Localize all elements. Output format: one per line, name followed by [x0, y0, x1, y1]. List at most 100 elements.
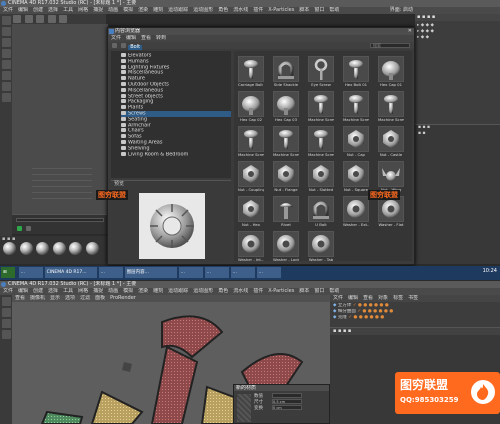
bottom-menu-item[interactable]: 动画 [108, 288, 118, 294]
asset-item[interactable]: Side Shackle [273, 56, 299, 90]
asset-item[interactable]: Machine Screw... [343, 91, 369, 125]
toolbar-button[interactable] [1, 93, 11, 102]
top-menu-item[interactable]: 窗口 [314, 7, 324, 13]
bottom-menu-item[interactable]: 模拟 [123, 288, 133, 294]
top-menu-item[interactable]: 运动跟踪 [168, 7, 188, 13]
top-menu-item[interactable]: 模拟 [123, 7, 133, 13]
browser-menu-item[interactable]: 查看 [141, 35, 151, 41]
layout-selector[interactable]: 界面: 启动 [340, 7, 415, 14]
taskbar-button[interactable]: 图层内容... [124, 267, 177, 278]
toolbar-button[interactable] [1, 16, 11, 25]
taskbar-button[interactable]: ... [230, 267, 255, 278]
bottom-menu-item[interactable]: 工具 [63, 288, 73, 294]
toolbar-button[interactable] [1, 82, 11, 91]
bottom-menu-item[interactable]: 渲染 [138, 288, 148, 294]
back-icon[interactable] [112, 43, 117, 48]
start-button[interactable]: ⊞ [1, 267, 15, 278]
taskbar-button[interactable]: ... [256, 267, 281, 278]
bottom-menu-item[interactable]: 脚本 [299, 288, 309, 294]
bottom-menu-item[interactable]: X-Particles [268, 288, 294, 294]
asset-item[interactable]: Nut - Flange [273, 161, 299, 195]
asset-item[interactable]: Hex Cap 03 [273, 91, 299, 125]
move-icon[interactable] [36, 15, 45, 23]
material-ball[interactable] [69, 242, 83, 255]
tag-icons[interactable]: ✓ ● ● ● ● ● ● [347, 315, 384, 320]
asset-item[interactable]: Rivet [273, 196, 299, 230]
bottom-menu-item[interactable]: 流水线 [233, 288, 248, 294]
taskbar-button[interactable]: CINEMA 4D R17... [44, 267, 97, 278]
asset-item[interactable]: Washer - Int... [238, 231, 264, 265]
redo-icon[interactable] [24, 15, 33, 23]
asset-item[interactable]: U Bolt [308, 196, 334, 230]
browser-menu-item[interactable]: 转到 [156, 35, 166, 41]
asset-item[interactable]: Washer - Lock [273, 231, 299, 265]
object-row[interactable]: ◆ 克隆 ✓ ● ● ● ● ● ● [333, 315, 497, 321]
objects-menu-item[interactable]: 文件 [333, 295, 343, 301]
tree-item[interactable]: Living Room & Bedroom [121, 151, 231, 158]
asset-item[interactable]: Eye Screw [308, 56, 334, 90]
asset-item[interactable]: Hex Cap 01 [378, 56, 404, 90]
objects-menu-item[interactable]: 对象 [378, 295, 388, 301]
scale-icon[interactable] [47, 15, 56, 23]
tag-icons[interactable]: ✓ ● ● ● ● ● ● [351, 303, 389, 308]
top-menu-item[interactable]: 插件 [253, 7, 263, 13]
asset-item[interactable]: Washer - Ext... [343, 196, 369, 230]
asset-item[interactable]: Machine Screw... [273, 126, 299, 160]
objects-menu-item[interactable]: 标签 [393, 295, 403, 301]
bottom-menu-item[interactable]: 运动跟踪 [168, 288, 188, 294]
toolbar-button[interactable] [1, 60, 11, 69]
toolbar-button[interactable] [1, 319, 11, 328]
asset-item[interactable]: Nut - Slotted [308, 161, 334, 195]
asset-item[interactable]: Nut - Square [343, 161, 369, 195]
bottom-menu-item[interactable]: 编辑 [18, 288, 28, 294]
top-menu-item[interactable]: 选择 [48, 7, 58, 13]
bottom-menu-item[interactable]: 捕捉 [93, 288, 103, 294]
dialog-row-field[interactable]: 0 cm [272, 405, 302, 410]
top-menu-item[interactable]: X-Particles [268, 7, 294, 13]
material-ball[interactable] [85, 242, 99, 255]
material-ball[interactable] [3, 242, 16, 255]
viewport-menu-item[interactable]: 摄像机 [30, 295, 45, 301]
top-menu-item[interactable]: 编辑 [18, 7, 28, 13]
bottom-menu-item[interactable]: 窗口 [314, 288, 324, 294]
toolbar-button[interactable] [1, 71, 11, 80]
material-ball[interactable] [19, 242, 33, 255]
asset-item[interactable]: Machine Screw... [238, 126, 264, 160]
taskbar-button[interactable]: ... [178, 267, 203, 278]
rotate-icon[interactable] [59, 15, 68, 23]
asset-item[interactable]: Nut - Cap [343, 126, 369, 160]
material-ball[interactable] [36, 242, 50, 255]
objects-menu-item[interactable]: 书签 [408, 295, 418, 301]
asset-item[interactable]: Nut - Castle [378, 126, 404, 160]
asset-item[interactable]: Carriage Bolt 01 [238, 56, 264, 90]
forward-icon[interactable] [120, 43, 126, 48]
taskbar-button[interactable]: ... [204, 267, 229, 278]
toolbar-button[interactable] [1, 49, 11, 58]
dialog-row-field[interactable] [272, 393, 302, 398]
bottom-menu-item[interactable]: 文件 [3, 288, 13, 294]
bottom-menu-item[interactable]: 帮助 [329, 288, 339, 294]
top-menu-item[interactable]: 动画 [108, 7, 118, 13]
top-menu-item[interactable]: 角色 [218, 7, 228, 13]
close-icon[interactable]: ✕ [408, 28, 412, 35]
toolbar-button[interactable] [1, 38, 11, 47]
top-timeline[interactable] [12, 214, 108, 234]
asset-item[interactable]: Nut - Coupling [238, 161, 264, 195]
taskbar-button[interactable]: ... [98, 267, 123, 278]
object-row[interactable]: ▸ ◆ ◆ [417, 35, 498, 41]
top-menu-item[interactable]: 文件 [3, 7, 13, 13]
asset-item[interactable]: Nut - Hex [238, 196, 264, 230]
asset-item[interactable]: Machine Screw... [308, 91, 334, 125]
toolbar-button[interactable] [1, 297, 11, 306]
viewport-menu-item[interactable]: 过滤 [80, 295, 90, 301]
top-menu-item[interactable]: 流水线 [233, 7, 248, 13]
stop-icon[interactable] [25, 226, 31, 231]
dialog-row-field[interactable]: 0.5 cm [272, 399, 302, 404]
toolbar-button[interactable] [1, 27, 11, 36]
bottom-menu-item[interactable]: 角色 [218, 288, 228, 294]
objects-menu-item[interactable]: 编辑 [348, 295, 358, 301]
undo-icon[interactable] [13, 15, 21, 23]
material-ball[interactable] [52, 242, 66, 255]
top-menu-item[interactable]: 雕刻 [153, 7, 163, 13]
asset-item[interactable]: Hex Cap 02 [238, 91, 264, 125]
